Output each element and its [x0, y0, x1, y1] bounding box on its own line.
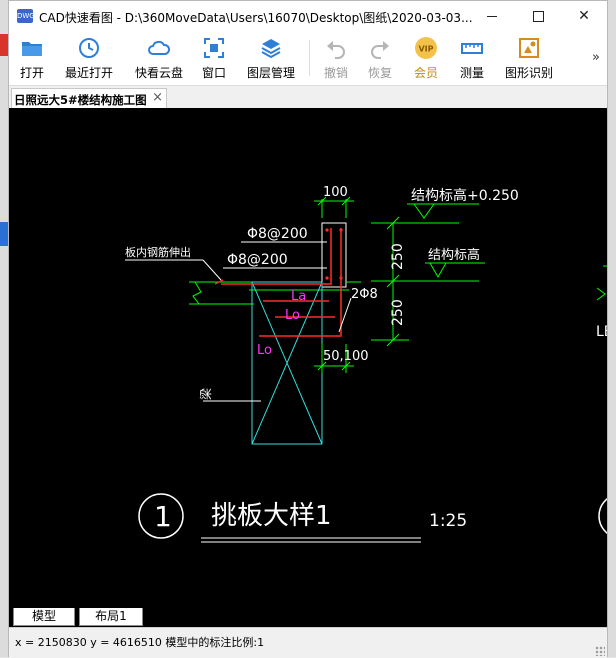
cloud-icon — [148, 40, 171, 55]
document-tab-bar: 日照远大5#楼结构施工图 × — [9, 85, 607, 109]
right-edge-text: LE — [596, 324, 607, 340]
window-button[interactable]: 窗口 — [197, 36, 231, 82]
dim-250-bottom-text: 250 — [390, 299, 406, 326]
detail-number: 1 — [154, 500, 172, 533]
redo-icon — [371, 41, 389, 59]
close-tab-icon[interactable]: × — [152, 90, 163, 105]
lo-label-1: Lo — [285, 308, 300, 323]
maximize-button[interactable] — [515, 1, 561, 32]
layout-tab-bar: 模型 布局1 — [9, 608, 607, 627]
cad-viewer-window: DWG CAD快速看图 - D:\360MoveData\Users\16070… — [8, 0, 608, 658]
shape-recognition-button[interactable]: 图形识别 — [501, 36, 557, 82]
undo-button[interactable]: 撤销 — [319, 36, 353, 82]
bar-spacing-1-text: Φ8@200 — [247, 226, 308, 242]
toolbar: 打开 最近打开 快看云盘 窗口 图层管理 撤销 恢复 VIP 会员 测量 图形识… — [9, 32, 607, 84]
beam-label: 梁 — [198, 388, 213, 400]
tab-model[interactable]: 模型 — [13, 608, 75, 626]
document-tab-title: 日照远大5#楼结构施工图 — [14, 93, 147, 107]
window-fit-icon — [204, 38, 224, 58]
folder-icon — [22, 42, 42, 56]
open-button[interactable]: 打开 — [15, 36, 49, 82]
clock-icon — [79, 38, 99, 58]
elevation-mid-text: 结构标高 — [428, 247, 480, 263]
detail-title: 挑板大样1 — [211, 501, 332, 531]
dim-250-top-text: 250 — [390, 243, 406, 270]
toolbar-overflow-button[interactable]: » — [592, 50, 600, 65]
tab-layout-1[interactable]: 布局1 — [79, 608, 143, 626]
background-desktop-right — [608, 0, 616, 657]
background-desktop-left — [0, 0, 8, 657]
shape-recognize-icon — [519, 38, 539, 58]
close-button[interactable]: ✕ — [561, 1, 607, 32]
app-icon: DWG — [17, 9, 35, 23]
redo-button[interactable]: 恢复 — [363, 36, 397, 82]
drawing-canvas[interactable]: 100 结构标高+0.250 结构标高 250 250 La Lo Lo Φ8@… — [9, 108, 607, 608]
recent-button[interactable]: 最近打开 — [61, 36, 117, 82]
resize-grip[interactable] — [595, 646, 605, 656]
bar-spacing-2-text: Φ8@200 — [227, 252, 288, 268]
two-phi8-text: 2Φ8 — [351, 287, 378, 302]
dim-50-100-text: 50,100 — [323, 349, 369, 364]
undo-icon — [327, 41, 345, 59]
measure-button[interactable]: 测量 — [455, 36, 489, 82]
ruler-icon — [461, 43, 483, 54]
title-bar[interactable]: DWG CAD快速看图 - D:\360MoveData\Users\16070… — [9, 1, 607, 32]
vip-icon: VIP — [415, 37, 437, 59]
cad-drawing: 100 结构标高+0.250 结构标高 250 250 La Lo Lo Φ8@… — [125, 185, 607, 543]
svg-text:VIP: VIP — [418, 45, 433, 54]
elevation-top-text: 结构标高+0.250 — [411, 187, 519, 204]
dim-100-text: 100 — [323, 185, 348, 200]
window-title: CAD快速看图 - D:\360MoveData\Users\16070\Des… — [39, 11, 473, 25]
lo-label-2: Lo — [257, 343, 272, 358]
minimize-button[interactable] — [469, 1, 515, 32]
layer-manager-button[interactable]: 图层管理 — [243, 36, 299, 82]
cloud-drive-button[interactable]: 快看云盘 — [131, 36, 187, 82]
status-bar: x = 2150830 y = 4616510 模型中的标注比例:1 — [9, 627, 607, 658]
la-label-1: La — [291, 289, 306, 304]
detail-scale: 1:25 — [429, 511, 467, 531]
vip-button[interactable]: VIP 会员 — [409, 36, 443, 82]
document-tab[interactable]: 日照远大5#楼结构施工图 × — [11, 88, 167, 108]
status-coordinates: x = 2150830 y = 4616510 模型中的标注比例:1 — [15, 636, 265, 649]
slab-rebar-note: 板内钢筋伸出 — [125, 245, 191, 259]
layers-icon — [261, 39, 281, 59]
